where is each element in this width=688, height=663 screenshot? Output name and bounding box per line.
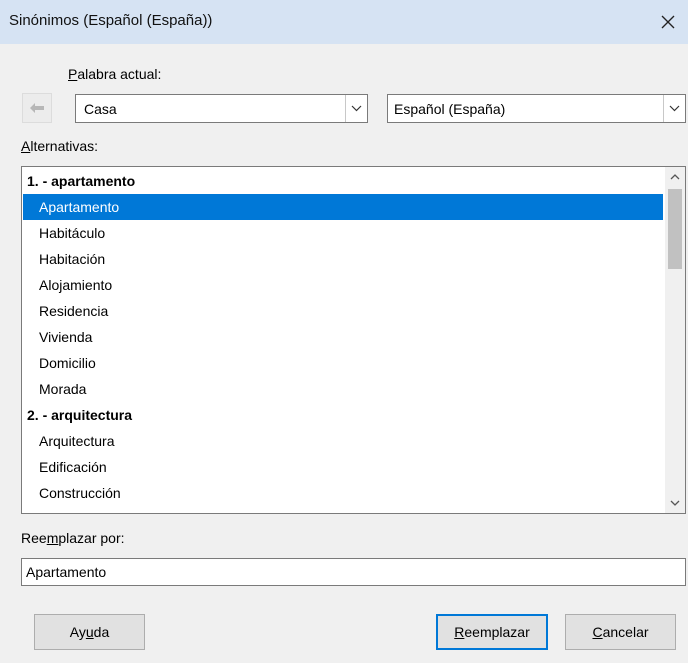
replace-with-label: Reemplazar por: bbox=[21, 530, 125, 546]
replace-with-input[interactable] bbox=[22, 559, 685, 585]
label-part: alabra actual: bbox=[77, 66, 162, 82]
help-button[interactable]: Ay u da bbox=[34, 614, 145, 650]
scrollbar-thumb[interactable] bbox=[668, 189, 682, 269]
current-word-dropdown-button[interactable] bbox=[345, 95, 367, 122]
close-button[interactable] bbox=[652, 6, 684, 38]
list-item[interactable]: Habitáculo bbox=[23, 220, 663, 246]
list-item[interactable]: Arquitectura bbox=[23, 428, 663, 454]
list-item[interactable]: Edificación bbox=[23, 454, 663, 480]
chevron-down-icon bbox=[669, 105, 680, 112]
alternatives-list[interactable]: 1. - apartamento Apartamento Habitáculo … bbox=[21, 166, 686, 514]
language-value: Español (España) bbox=[394, 101, 506, 117]
alternatives-label: Alternativas: bbox=[21, 138, 98, 154]
mnemonic: u bbox=[85, 624, 94, 640]
button-label-part: da bbox=[93, 624, 110, 640]
label-part: plazar por: bbox=[58, 530, 125, 546]
list-item[interactable]: Construcción bbox=[23, 480, 663, 506]
mnemonic: P bbox=[68, 66, 78, 82]
list-group-header[interactable]: 1. - apartamento bbox=[23, 168, 663, 194]
current-word-label: Palabra actual: bbox=[68, 66, 161, 82]
scroll-down-button[interactable] bbox=[665, 493, 685, 513]
mnemonic: m bbox=[46, 530, 59, 546]
back-button[interactable] bbox=[22, 93, 52, 123]
mnemonic: R bbox=[454, 624, 465, 640]
list-item[interactable]: Domicilio bbox=[23, 350, 663, 376]
chevron-down-icon bbox=[351, 105, 362, 112]
chevron-up-icon bbox=[670, 174, 680, 180]
list-item[interactable]: Morada bbox=[23, 376, 663, 402]
vertical-scrollbar[interactable] bbox=[665, 167, 685, 513]
language-combobox[interactable]: Español (España) bbox=[387, 94, 686, 123]
current-word-value: Casa bbox=[84, 101, 117, 117]
button-label-part: eemplazar bbox=[464, 624, 530, 640]
cancel-button[interactable]: Cancelar bbox=[565, 614, 676, 650]
title-bar: Sinónimos (Español (España)) bbox=[0, 0, 688, 44]
label-part: lternativas: bbox=[30, 138, 99, 154]
button-label-part: Ay bbox=[69, 624, 86, 640]
language-dropdown-button[interactable] bbox=[663, 95, 685, 122]
list-item[interactable]: Vivienda bbox=[23, 324, 663, 350]
list-item[interactable]: Habitación bbox=[23, 246, 663, 272]
close-icon bbox=[661, 15, 675, 29]
current-word-combobox[interactable]: Casa bbox=[75, 94, 368, 123]
chevron-down-icon bbox=[670, 500, 680, 506]
button-label-part: ancelar bbox=[602, 624, 649, 640]
scroll-up-button[interactable] bbox=[665, 167, 685, 187]
list-item[interactable]: Alojamiento bbox=[23, 272, 663, 298]
mnemonic: C bbox=[592, 624, 603, 640]
list-item[interactable]: Residencia bbox=[23, 298, 663, 324]
list-item-selected[interactable]: Apartamento bbox=[23, 194, 663, 220]
window-title: Sinónimos (Español (España)) bbox=[9, 12, 213, 29]
replace-with-field[interactable] bbox=[21, 558, 686, 586]
mnemonic: A bbox=[21, 138, 31, 154]
list-group-header[interactable]: 2. - arquitectura bbox=[23, 402, 663, 428]
arrow-left-icon bbox=[30, 103, 44, 113]
replace-button[interactable]: Reemplazar bbox=[436, 614, 548, 650]
label-part: Ree bbox=[21, 530, 47, 546]
